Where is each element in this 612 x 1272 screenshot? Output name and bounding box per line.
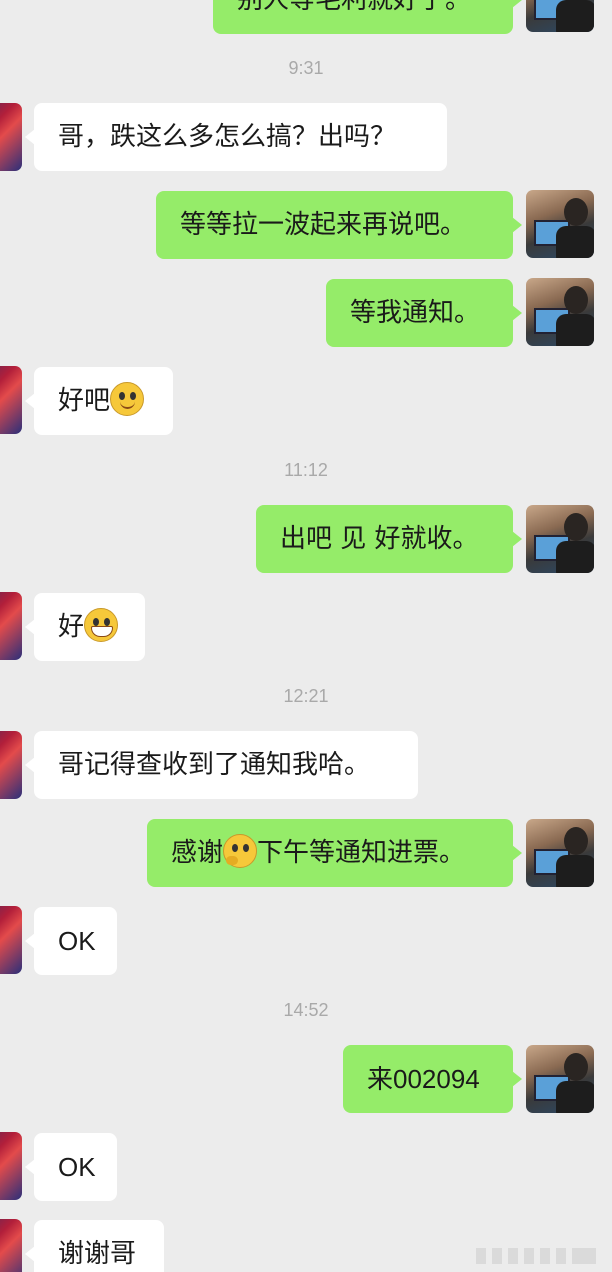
outgoing-avatar-icon[interactable] [526,819,594,887]
message-text: 好吧 [58,386,111,416]
incoming-message-bubble[interactable]: 好 [25,593,145,661]
shirt-shape [556,1081,594,1113]
outgoing-message-bubble[interactable]: 感谢 下午等通知进票。 [147,819,522,887]
outgoing-avatar-icon[interactable] [526,0,594,32]
incoming-message-bubble[interactable]: 哥，跌这么多怎么搞？出吗？ [25,103,447,171]
outgoing-message-bubble[interactable]: 等等拉一波起来再说吧。 [156,191,522,259]
shirt-shape [556,0,594,32]
incoming-avatar-icon[interactable] [0,731,22,799]
incoming-avatar-icon[interactable] [0,1219,22,1272]
timestamp: 11:12 [284,460,328,480]
outgoing-avatar-icon[interactable] [526,1045,594,1113]
incoming-message-bubble[interactable]: 好吧 [25,367,173,435]
head-shape [564,827,588,855]
message-text: 感谢 [171,838,224,868]
head-shape [564,1053,588,1081]
outgoing-avatar-icon[interactable] [526,278,594,346]
message-text: 好 [58,612,85,642]
shirt-shape [556,226,594,258]
thinking-emoji-icon [223,833,258,868]
incoming-message-bubble[interactable]: OK [25,907,117,975]
head-shape [564,198,588,226]
grin-emoji-icon [84,607,119,642]
outgoing-message-bubble[interactable]: 别人等毛利就好了。 [213,0,522,34]
incoming-avatar-icon[interactable] [0,906,22,974]
timestamp: 14:52 [283,1000,329,1020]
incoming-avatar-icon[interactable] [0,1132,22,1200]
shirt-shape [556,314,594,346]
incoming-avatar-icon[interactable] [0,366,22,434]
incoming-message-bubble[interactable]: OK [25,1133,117,1201]
head-shape [564,286,588,314]
chat-history[interactable]: 别人等毛利就好了。 9:31 哥，跌这么多怎么搞？出吗？ 等等拉一波起来再说吧。… [0,0,612,1272]
timestamp: 9:31 [288,58,324,78]
incoming-avatar-icon[interactable] [0,103,22,171]
shirt-shape [556,541,594,573]
outgoing-message-bubble[interactable]: 来002094 [343,1045,522,1113]
head-shape [564,513,588,541]
timestamp: 12:21 [283,686,329,706]
outgoing-message-bubble[interactable]: 出吧 见 好就收。 [256,505,522,573]
outgoing-avatar-icon[interactable] [526,505,594,573]
outgoing-avatar-icon[interactable] [526,190,594,258]
outgoing-message-bubble[interactable]: 等我通知。 [326,279,522,347]
watermark [476,1248,596,1264]
smile-emoji-icon [110,381,145,416]
shirt-shape [556,855,594,887]
incoming-message-bubble[interactable]: 谢谢哥 [25,1220,164,1272]
message-text: 下午等通知进票。 [257,838,466,868]
incoming-message-bubble[interactable]: 哥记得查收到了通知我哈。 [25,731,418,799]
incoming-avatar-icon[interactable] [0,592,22,660]
